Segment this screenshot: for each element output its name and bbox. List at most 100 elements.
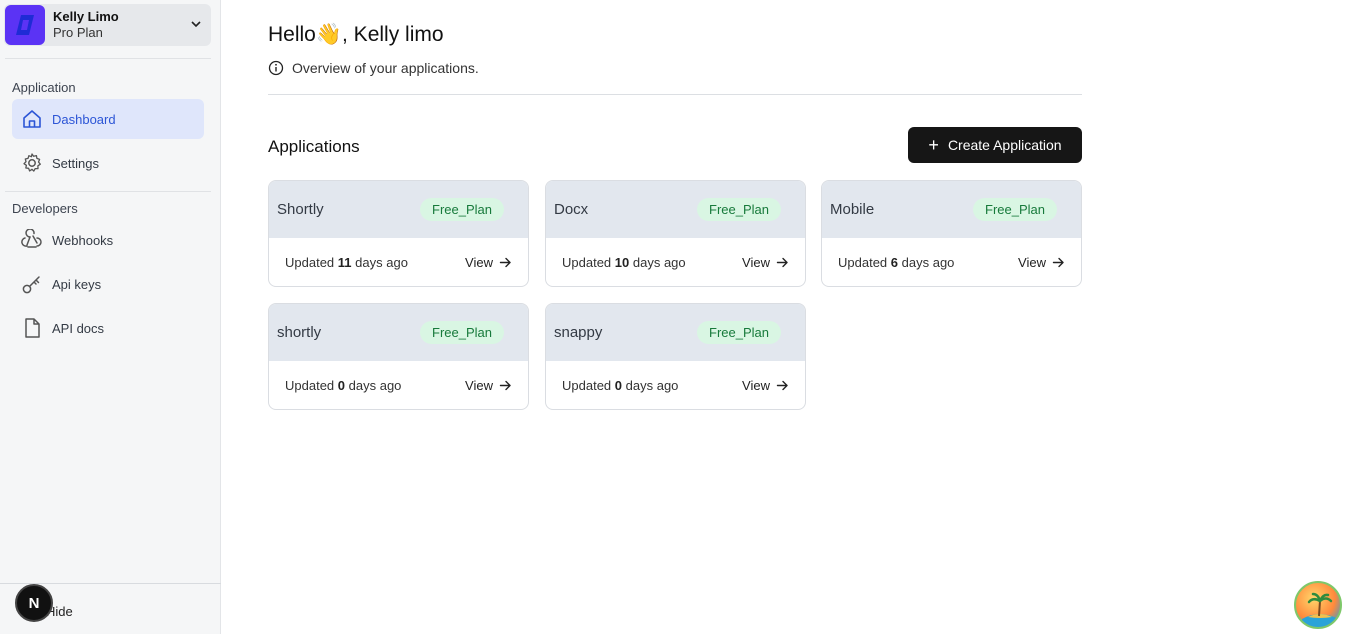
divider [5,58,211,59]
arrow-right-icon [499,257,511,268]
updated-days: 0 [614,378,623,393]
account-switcher[interactable]: Kelly Limo Pro Plan [4,4,211,46]
island-avatar-icon [1302,592,1338,627]
divider [268,94,1082,95]
sidebar: Kelly Limo Pro Plan Application Dashboar… [0,0,221,634]
create-application-button[interactable]: + Create Application [908,127,1082,163]
greeting-name: , Kelly limo [342,23,444,46]
updated-prefix: Updated [285,378,335,393]
view-label: View [1018,255,1046,270]
app-logo-icon [5,5,45,45]
card-header: Mobile Free_Plan [822,181,1081,238]
sidebar-item-label: Webhooks [52,232,114,248]
updated-suffix: days ago [355,255,408,270]
updated-text: Updated 11 days ago [285,255,408,270]
application-card[interactable]: shortly Free_Plan Updated 0 days ago View [268,303,529,410]
n-badge-icon[interactable]: N [15,584,53,622]
sidebar-item-webhooks[interactable]: Webhooks [12,220,204,260]
application-card[interactable]: Mobile Free_Plan Updated 6 days ago View [821,180,1082,287]
view-button[interactable]: View [742,255,789,270]
card-header: shortly Free_Plan [269,304,528,361]
plan-badge: Free_Plan [973,198,1057,221]
updated-days: 11 [337,255,352,270]
gear-icon [20,151,44,175]
user-avatar[interactable] [1294,581,1342,629]
sidebar-item-dashboard[interactable]: Dashboard [12,99,204,139]
sidebar-item-api-keys[interactable]: Api keys [12,264,204,304]
updated-suffix: days ago [632,255,686,270]
sidebar-item-label: Settings [52,155,99,171]
view-label: View [742,255,770,270]
updated-text: Updated 6 days ago [838,255,954,270]
view-label: View [465,255,493,270]
card-footer: Updated 6 days ago View [822,238,1081,286]
updated-text: Updated 0 days ago [562,378,678,393]
updated-prefix: Updated [285,255,335,270]
view-button[interactable]: View [1018,255,1065,270]
updated-suffix: days ago [348,378,402,393]
sidebar-item-label: API docs [52,320,105,336]
document-icon [20,316,44,340]
page-title: Hello👋, Kelly limo [268,23,444,47]
view-button[interactable]: View [465,255,512,270]
chevron-down-icon [191,21,201,28]
section-label-developers: Developers [12,201,78,216]
updated-days: 10 [614,255,630,270]
account-plan: Pro Plan [53,25,103,40]
updated-suffix: days ago [625,378,679,393]
sidebar-item-label: Api keys [52,276,102,292]
plus-icon: + [928,135,939,155]
card-footer: Updated 0 days ago View [269,361,528,409]
updated-suffix: days ago [901,255,955,270]
updated-prefix: Updated [562,378,612,393]
application-name: snappy [554,324,603,341]
application-card[interactable]: Shortly Free_Plan Updated 11 days ago View [268,180,529,287]
application-card[interactable]: Docx Free_Plan Updated 10 days ago View [545,180,806,287]
updated-days: 6 [890,255,899,270]
applications-heading: Applications [268,137,360,156]
wave-icon: 👋 [315,23,343,46]
sidebar-item-settings[interactable]: Settings [12,143,204,183]
card-footer: Updated 11 days ago View [269,238,528,286]
key-icon [20,272,44,296]
sidebar-item-api-docs[interactable]: API docs [12,308,204,348]
info-icon [268,60,284,76]
updated-text: Updated 10 days ago [562,255,686,270]
updated-prefix: Updated [838,255,888,270]
view-label: View [742,378,770,393]
updated-prefix: Updated [562,255,612,270]
webhook-icon [20,228,44,252]
card-header: Shortly Free_Plan [269,181,528,238]
application-name: Mobile [830,201,875,218]
account-name: Kelly Limo [53,9,119,24]
view-button[interactable]: View [465,378,512,393]
application-name: Docx [554,201,589,218]
plan-badge: Free_Plan [420,321,504,344]
overview-text: Overview of your applications. [292,60,479,76]
home-icon [20,107,44,131]
plan-badge: Free_Plan [697,198,781,221]
card-footer: Updated 0 days ago View [546,361,805,409]
arrow-right-icon [776,380,788,391]
application-card[interactable]: snappy Free_Plan Updated 0 days ago View [545,303,806,410]
sidebar-item-label: Dashboard [52,111,116,127]
plan-badge: Free_Plan [697,321,781,344]
view-button[interactable]: View [742,378,789,393]
application-name: Shortly [277,201,324,218]
card-header: snappy Free_Plan [546,304,805,361]
create-application-label: Create Application [947,137,1062,153]
plan-badge: Free_Plan [420,198,504,221]
view-label: View [465,378,493,393]
arrow-right-icon [499,380,511,391]
card-footer: Updated 10 days ago View [546,238,805,286]
arrow-right-icon [776,257,788,268]
page-subtitle: Overview of your applications. [268,60,479,76]
divider [5,191,211,192]
greeting-hello: Hello [268,23,316,46]
application-name: shortly [277,324,322,341]
updated-text: Updated 0 days ago [285,378,401,393]
card-header: Docx Free_Plan [546,181,805,238]
arrow-right-icon [1052,257,1064,268]
section-label-application: Application [12,80,76,95]
updated-days: 0 [337,378,346,393]
